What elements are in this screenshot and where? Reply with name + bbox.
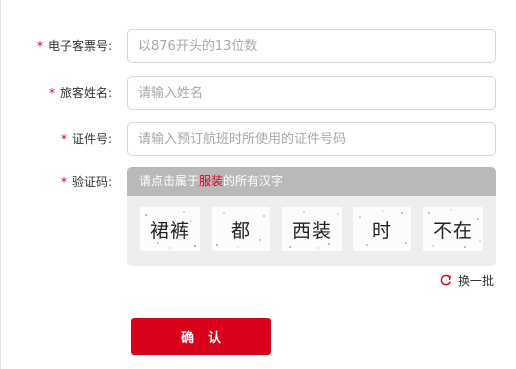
- captcha-tile-text: 都: [230, 219, 251, 242]
- captcha-instruction-prefix: 请点击属于: [139, 174, 200, 188]
- captcha-tile-text: 时: [371, 219, 392, 242]
- captcha-instruction-suffix: 的所有汉字: [223, 174, 284, 188]
- captcha-tiles: 裙裤 都 西装 时 不在: [140, 207, 486, 252]
- id-number-label: * 证件号:: [61, 122, 112, 156]
- captcha-tile-text: 西装: [291, 219, 332, 242]
- captcha-tile[interactable]: 西装: [282, 207, 342, 251]
- passenger-name-input[interactable]: [127, 76, 496, 110]
- refresh-captcha-button[interactable]: 换一批: [439, 272, 494, 288]
- captcha-tile[interactable]: 时: [353, 207, 411, 251]
- required-mark: *: [60, 132, 67, 146]
- id-number-label-text: 证件号:: [71, 132, 112, 146]
- required-mark: *: [60, 175, 67, 189]
- captcha-box: 请点击属于服装的所有汉字 裙裤 都 西装 时 不在: [127, 167, 496, 266]
- captcha-tile[interactable]: 裙裤: [140, 207, 200, 251]
- left-border: [0, 0, 1, 369]
- refresh-label: 换一批: [458, 273, 495, 288]
- id-number-input[interactable]: [127, 122, 496, 156]
- ticket-number-label-text: 电子客票号:: [47, 39, 112, 53]
- passenger-name-label-text: 旅客姓名:: [59, 86, 112, 100]
- captcha-label-text: 验证码:: [71, 175, 112, 189]
- captcha-instruction: 请点击属于服装的所有汉字: [127, 167, 496, 196]
- ticket-number-input[interactable]: [127, 29, 496, 63]
- captcha-tile-text: 裙裤: [149, 219, 190, 242]
- confirm-button[interactable]: 确认: [131, 318, 271, 355]
- captcha-tile[interactable]: 都: [212, 207, 270, 251]
- passenger-name-label: * 旅客姓名:: [49, 76, 112, 110]
- captcha-tile[interactable]: 不在: [423, 207, 483, 251]
- required-mark: *: [36, 39, 43, 53]
- captcha-instruction-keyword: 服装: [199, 174, 224, 188]
- refresh-icon: [440, 274, 451, 285]
- captcha-label: * 验证码:: [61, 167, 112, 197]
- captcha-tile-text: 不在: [432, 219, 473, 242]
- ticket-number-label: * 电子客票号:: [37, 29, 112, 63]
- required-mark: *: [48, 86, 55, 100]
